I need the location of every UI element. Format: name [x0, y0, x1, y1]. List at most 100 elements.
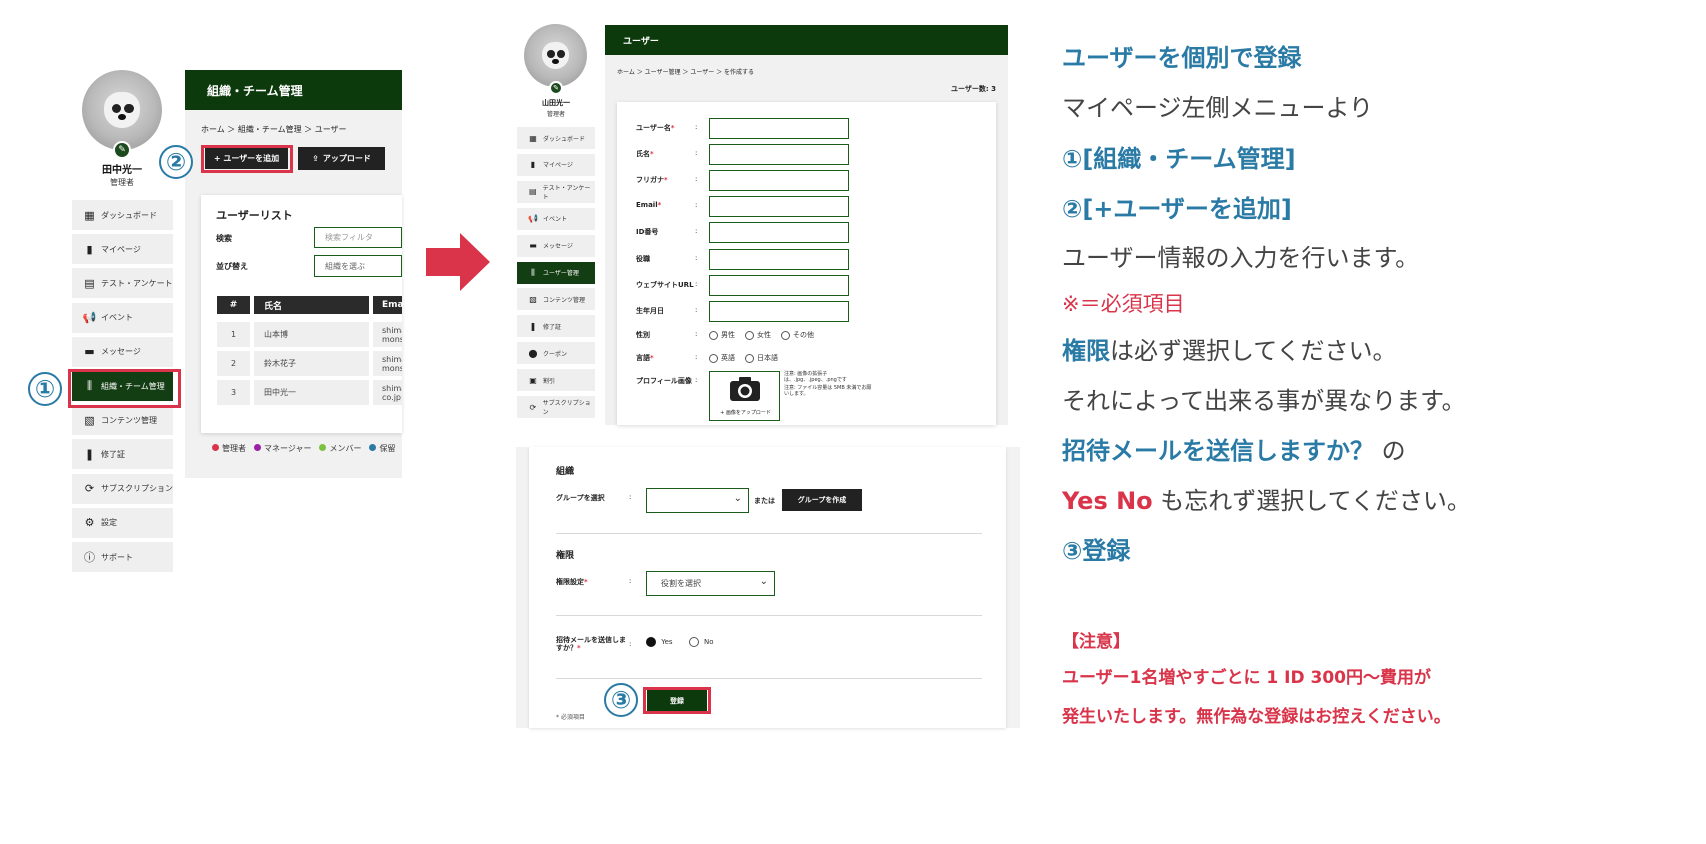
invite-no-radio[interactable]: [688, 637, 699, 647]
sidebar-item-5[interactable]: ▬ メッセージ: [517, 234, 595, 257]
center-user-name: 山田光一: [542, 99, 570, 107]
profile-colon: :: [695, 376, 698, 384]
message-icon: ▬: [84, 345, 95, 359]
invite-yes-radio[interactable]: [646, 637, 656, 647]
user-role: 管理者: [110, 178, 134, 187]
sidebar-item-5[interactable]: ▬ メッセージ: [72, 336, 173, 367]
sidebar-item-7[interactable]: ▧ コンテンツ管理: [517, 288, 595, 311]
role-select[interactable]: 役割を選択 ⌄: [646, 571, 775, 596]
sidebar-item-label: 割引: [543, 377, 556, 385]
sidebar-item-8[interactable]: ❚ 修了証: [72, 439, 173, 470]
field-label: Email*: [636, 201, 661, 209]
gear-icon: ⚙: [84, 516, 95, 530]
instruction-line-2: ユーザー情報の入力を行います。: [1062, 244, 1420, 272]
yesno-emphasis: Yes No: [1062, 487, 1153, 515]
sidebar-item-7[interactable]: ▧ コンテンツ管理: [72, 405, 173, 436]
sidebar-item-label: 設定: [101, 518, 117, 528]
radio-option[interactable]: [709, 353, 718, 363]
upload-image-label: + 画像をアップロード: [720, 410, 771, 416]
sidebar-item-9[interactable]: ⟳ サブスクリプション: [72, 473, 173, 504]
sidebar-item-3[interactable]: ▤ テスト・アンケート: [72, 268, 173, 299]
sidebar-item-1[interactable]: ▦ ダッシュボード: [517, 127, 595, 149]
sidebar-item-1[interactable]: ▦ ダッシュボード: [72, 200, 173, 230]
table-header-no: #: [217, 296, 250, 314]
info-icon: ⓘ: [84, 551, 95, 564]
subscription-icon: ⟳: [84, 482, 95, 496]
sidebar-item-2[interactable]: ▮ マイページ: [72, 234, 173, 265]
user-list-title: ユーザーリスト: [216, 209, 293, 222]
sidebar-item-label: マイページ: [543, 162, 573, 170]
invite-label-text: 招待メールを送信しますか？: [556, 636, 626, 652]
create-group-button[interactable]: グループを作成: [782, 489, 862, 511]
role-chevron-down-icon: ⌄: [759, 576, 768, 587]
book-icon: ▮: [86, 242, 93, 256]
invite-no-label: No: [704, 638, 714, 646]
text-input-4[interactable]: [709, 196, 849, 218]
test-icon: ▤: [84, 276, 95, 290]
sidebar-item-label: テスト・アンケート: [542, 184, 591, 201]
avatar[interactable]: [82, 70, 162, 150]
caution-line-2: 発生いたします。無作為な登録はお控えください。: [1062, 707, 1451, 727]
sidebar-item-6[interactable]: ⫼ ユーザー管理: [517, 261, 595, 284]
sidebar-item-label: サブスクリプション: [542, 400, 591, 416]
cell-email-email-1: shima: [382, 354, 402, 364]
cell-name: 山本博: [254, 322, 369, 347]
text-input-5[interactable]: [709, 222, 849, 244]
text-input-7[interactable]: [709, 274, 849, 296]
radio-option[interactable]: [709, 330, 718, 340]
caution-line-1: ユーザー1名増やすごとに 1 ID 300円～費用が: [1062, 668, 1431, 688]
sort-select[interactable]: 組織を選ぶ: [314, 255, 402, 277]
sidebar-item-8[interactable]: ❚ 修了証: [517, 315, 595, 338]
add-user-button[interactable]: + ユーザーを追加: [205, 148, 288, 169]
text-input-8[interactable]: [709, 300, 849, 322]
marker-two: ②: [159, 145, 193, 179]
sidebar-item-3[interactable]: ▤ テスト・アンケート: [517, 180, 595, 203]
center-breadcrumb: ホーム ＞ ユーザー管理 ＞ ユーザー ＞ を作成する: [617, 69, 755, 76]
text-input-3[interactable]: [709, 170, 849, 192]
sidebar-item-11[interactable]: ⓘ サポート: [72, 542, 173, 572]
profile-image-upload[interactable]: + 画像をアップロード: [709, 371, 780, 421]
radio-option[interactable]: [745, 353, 754, 363]
upload-button[interactable]: ⇪ アップロード: [298, 147, 385, 170]
submit-button[interactable]: 登録: [647, 690, 707, 711]
sidebar-item-label: マイページ: [101, 244, 141, 254]
permission-required-mark: *: [584, 578, 588, 586]
sidebar-item-11[interactable]: ⟳ サブスクリプション: [517, 396, 595, 418]
language-colon: :: [695, 353, 698, 361]
field-label-text: 生年月日: [636, 306, 664, 315]
invite-radio-group: Yes No: [646, 637, 714, 647]
field-label-text: ID番号: [636, 228, 659, 237]
sidebar-item-2[interactable]: ▮ マイページ: [517, 153, 595, 176]
sidebar-item-9[interactable]: ⬤ クーポン: [517, 342, 595, 365]
radio-option[interactable]: [745, 330, 754, 340]
field-label: ID番号: [636, 227, 658, 237]
sidebar-item-4[interactable]: 📢 イベント: [517, 207, 595, 230]
text-input-2[interactable]: [709, 144, 849, 166]
content-icon: ▧: [84, 413, 95, 427]
edit-pencil-icon[interactable]: ✎: [113, 141, 131, 159]
legend-dot-icon: [369, 444, 377, 451]
group-colon: :: [629, 493, 632, 501]
text-input-1[interactable]: [709, 118, 849, 139]
divider-3: [556, 678, 982, 679]
invite-required-mark: *: [577, 644, 581, 652]
dashboard-icon: ▦: [529, 133, 537, 143]
cell-email: shimaco.jp: [373, 380, 402, 405]
megaphone-icon: 📢: [528, 214, 538, 224]
center-avatar[interactable]: [524, 24, 587, 87]
discount-icon: ▣: [529, 375, 537, 385]
radio-option[interactable]: [781, 330, 790, 340]
invite-label: 招待メールを送信しますか？*: [556, 636, 626, 652]
search-input[interactable]: 検索フィルタ: [314, 227, 402, 248]
text-input-6[interactable]: [709, 248, 849, 270]
sidebar-item-4[interactable]: 📢 イベント: [72, 302, 173, 333]
instruction-line-3: それによって出来る事が異なります。: [1062, 387, 1466, 415]
invite-colon: :: [629, 640, 632, 648]
center-edit-pencil-icon[interactable]: ✎: [549, 81, 563, 95]
arrow-right-icon: [426, 233, 490, 291]
group-select[interactable]: ⌄: [646, 488, 749, 513]
sidebar-item-10[interactable]: ▣ 割引: [517, 369, 595, 392]
sidebar-item-10[interactable]: ⚙ 設定: [72, 507, 173, 538]
radio-label: 男性: [721, 331, 735, 339]
sidebar-item-label: クーポン: [543, 350, 568, 358]
